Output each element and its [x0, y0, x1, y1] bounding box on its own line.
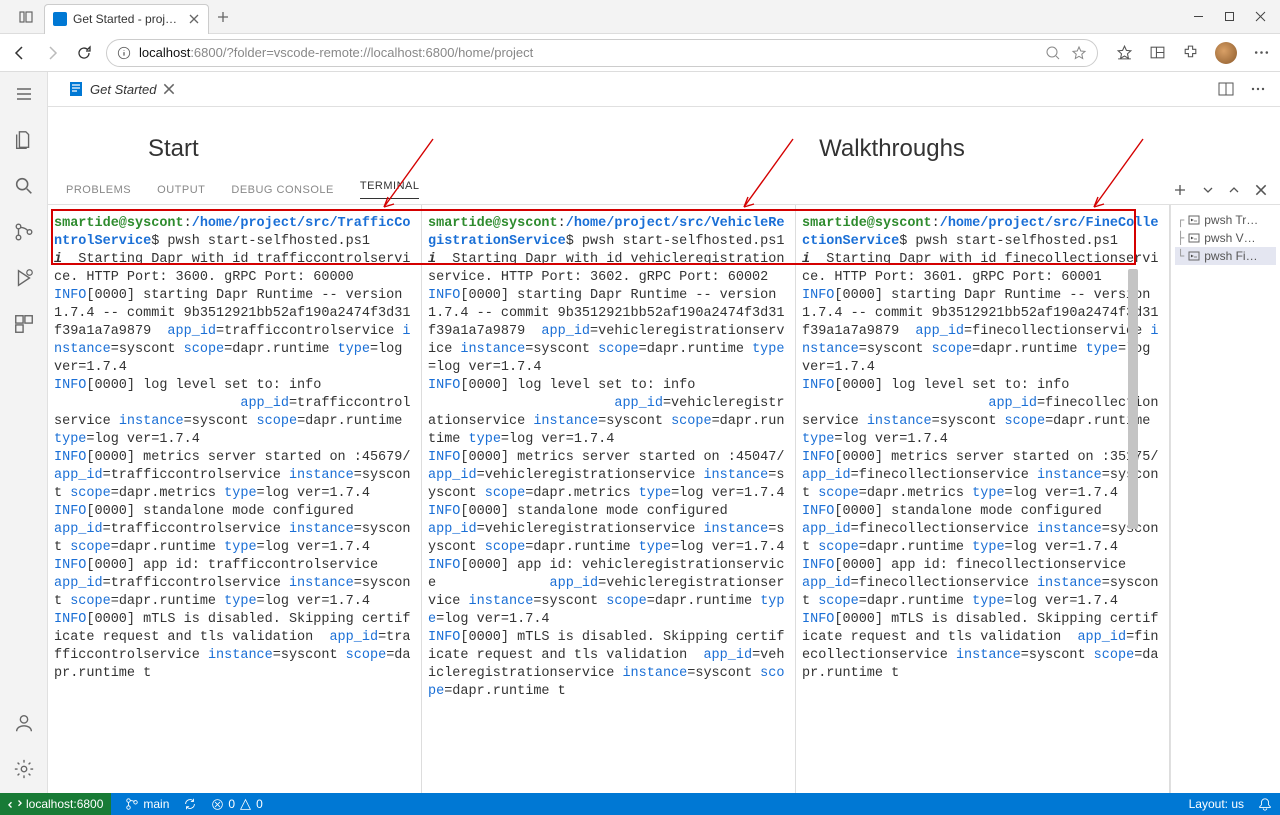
split-editor-icon[interactable]	[1218, 81, 1234, 97]
terminal-pane-1[interactable]: smartide@syscont:/home/project/src/Traff…	[48, 205, 422, 793]
tab-output[interactable]: OUTPUT	[157, 184, 205, 196]
terminal-pane-2[interactable]: smartide@syscont:/home/project/src/Vehic…	[422, 205, 796, 793]
notifications-icon[interactable]	[1258, 797, 1272, 811]
terminal-panel: smartide@syscont:/home/project/src/Traff…	[48, 205, 1280, 793]
close-window-button[interactable]	[1255, 11, 1266, 22]
terminal-icon	[1188, 250, 1200, 262]
remote-indicator[interactable]: localhost:6800	[0, 793, 111, 815]
welcome-doc-icon	[68, 81, 84, 97]
url-port: :6800	[190, 45, 223, 60]
welcome-start-heading: Start	[148, 135, 644, 163]
welcome-walkthroughs-heading: Walkthroughs	[644, 135, 1260, 163]
panel-tab-bar: PROBLEMS OUTPUT DEBUG CONSOLE TERMINAL	[48, 175, 1280, 205]
new-terminal-icon[interactable]	[1172, 182, 1188, 198]
close-panel-icon[interactable]	[1254, 183, 1268, 197]
git-branch-indicator[interactable]: main	[125, 797, 169, 811]
zoom-indicator-icon[interactable]	[1045, 45, 1061, 61]
editor-tab-get-started[interactable]: Get Started	[58, 72, 186, 107]
editor-tab-label: Get Started	[90, 82, 156, 97]
forward-button[interactable]	[42, 43, 62, 63]
tab-favicon	[53, 12, 67, 26]
browser-toolbar: localhost:6800/?folder=vscode-remote://l…	[0, 34, 1280, 72]
terminal-list-item[interactable]: └pwsh Fi…	[1175, 247, 1276, 265]
close-icon[interactable]	[188, 13, 200, 25]
layout-indicator[interactable]: Layout: us	[1189, 797, 1244, 811]
chevron-down-icon[interactable]	[1202, 184, 1214, 196]
account-icon[interactable]	[12, 711, 36, 735]
more-icon[interactable]	[1253, 44, 1270, 61]
activity-bar	[0, 72, 48, 793]
tab-terminal[interactable]: TERMINAL	[360, 180, 420, 199]
collections-icon[interactable]	[1149, 44, 1166, 61]
tab-actions-icon[interactable]	[18, 9, 34, 25]
profile-avatar[interactable]	[1215, 42, 1237, 64]
terminal-pane-3[interactable]: smartide@syscont:/home/project/src/FineC…	[796, 205, 1170, 793]
extensions-panel-icon[interactable]	[12, 312, 36, 336]
favorites-icon[interactable]	[1116, 44, 1133, 61]
menu-icon[interactable]	[12, 82, 36, 106]
tab-debug-console[interactable]: DEBUG CONSOLE	[231, 184, 333, 196]
sync-indicator[interactable]	[183, 797, 197, 811]
terminal-list-sidebar: ┌pwsh Tr… ├pwsh V… └pwsh Fi…	[1170, 205, 1280, 793]
minimize-button[interactable]	[1193, 11, 1204, 22]
scrollbar-thumb[interactable]	[1128, 269, 1138, 529]
url-host: localhost	[139, 45, 190, 60]
browser-tab-strip: Get Started - project - Ope	[0, 0, 1280, 34]
info-icon	[117, 46, 131, 60]
extensions-icon[interactable]	[1182, 44, 1199, 61]
terminal-list-item[interactable]: ┌pwsh Tr…	[1175, 211, 1276, 229]
more-actions-icon[interactable]	[1250, 81, 1266, 97]
welcome-header: Start Walkthroughs	[48, 107, 1280, 175]
tab-title: Get Started - project - Ope	[73, 12, 182, 26]
problems-indicator[interactable]: 0 0	[211, 797, 262, 811]
close-icon[interactable]	[162, 82, 176, 96]
editor-tabs: Get Started	[48, 72, 1280, 107]
terminal-icon	[1188, 214, 1200, 226]
refresh-button[interactable]	[74, 43, 94, 63]
url-path: /?folder=vscode-remote://localhost:6800/…	[223, 45, 533, 60]
chevron-up-icon[interactable]	[1228, 184, 1240, 196]
source-control-icon[interactable]	[12, 220, 36, 244]
explorer-icon[interactable]	[12, 128, 36, 152]
run-debug-icon[interactable]	[12, 266, 36, 290]
settings-gear-icon[interactable]	[12, 757, 36, 781]
browser-tab[interactable]: Get Started - project - Ope	[44, 4, 209, 34]
search-icon[interactable]	[12, 174, 36, 198]
terminal-icon	[1188, 232, 1200, 244]
terminal-list-item[interactable]: ├pwsh V…	[1175, 229, 1276, 247]
favorite-icon[interactable]	[1071, 45, 1087, 61]
address-bar[interactable]: localhost:6800/?folder=vscode-remote://l…	[106, 39, 1098, 67]
status-bar: localhost:6800 main 0 0 Layout: us	[0, 793, 1280, 815]
back-button[interactable]	[10, 43, 30, 63]
tab-problems[interactable]: PROBLEMS	[66, 184, 131, 196]
new-tab-button[interactable]	[217, 11, 229, 23]
maximize-button[interactable]	[1224, 11, 1235, 22]
